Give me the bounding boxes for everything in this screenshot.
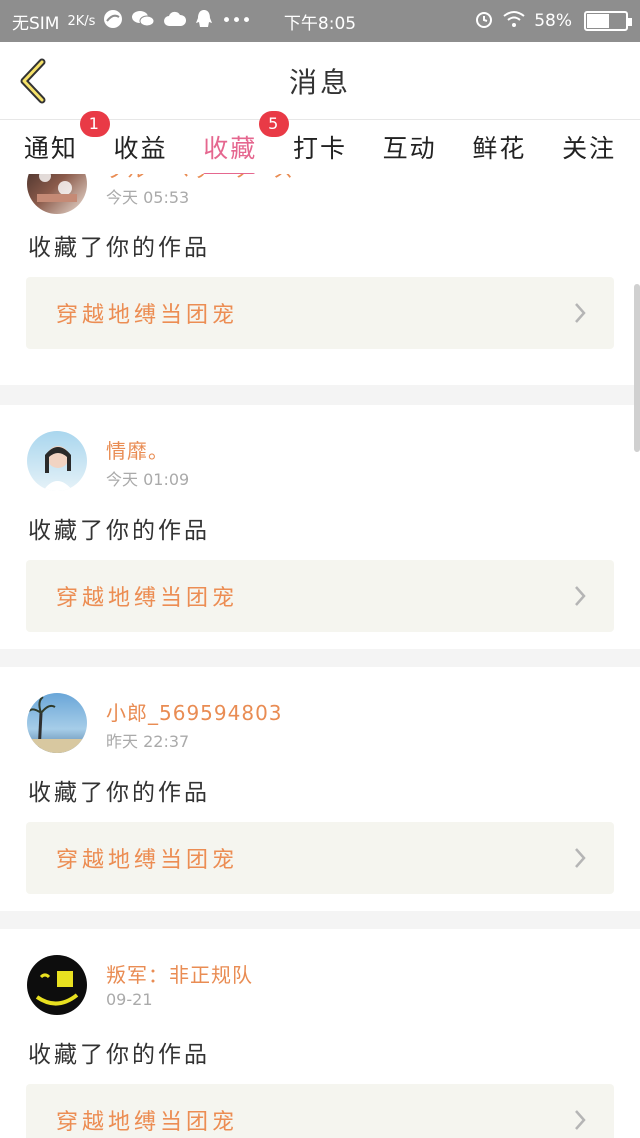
action-text: 收藏了你的作品 [28,780,210,806]
message-card: ブルーベリーソース 今天 05:53 收藏了你的作品 穿越地缚当团宠 [0,174,640,385]
message-time: 昨天 22:37 [106,732,190,751]
action-text: 收藏了你的作品 [28,1042,210,1068]
tab-label: 鲜花 [472,134,527,163]
badge-count: 1 [79,111,110,137]
tab-label: 收藏 [203,134,258,163]
work-title: 穿越地缚当团宠 [56,848,239,873]
qq-icon [195,9,213,34]
tab-checkin[interactable]: 打卡 [291,123,349,171]
message-card: 情靡。 今天 01:09 收藏了你的作品 穿越地缚当团宠 [0,405,640,649]
chevron-right-icon [575,1110,586,1130]
cloud-icon [163,10,187,33]
chevron-right-icon [575,586,586,606]
carrier-text: 无SIM [12,13,60,34]
wifi-icon [502,10,526,33]
tab-interaction[interactable]: 互动 [381,123,439,171]
battery-percent: 58% [534,11,572,31]
tab-earnings[interactable]: 收益 [112,123,170,171]
message-time: 今天 05:53 [106,188,190,207]
tab-label: 关注 [562,134,617,163]
work-link[interactable]: 穿越地缚当团宠 [26,1084,614,1138]
user-name[interactable]: 叛军：非正规队 [106,959,253,988]
network-speed: 2K/s [67,13,96,29]
message-feed: ブルーベリーソース 今天 05:53 收藏了你的作品 穿越地缚当团宠 情靡。 今… [0,174,640,1138]
chevron-right-icon [575,303,586,323]
user-avatar[interactable] [27,955,87,1015]
browser-icon [103,9,123,34]
tab-favorites[interactable]: 收藏 5 [201,111,290,177]
message-card: 小郎_569594803 昨天 22:37 收藏了你的作品 穿越地缚当团宠 [0,667,640,911]
work-title: 穿越地缚当团宠 [56,586,239,611]
scrollbar[interactable] [634,284,640,452]
user-name[interactable]: ブルーベリーソース [106,174,294,183]
tab-notifications[interactable]: 通知 1 [22,111,110,171]
status-bar: 无SIM 2K/s ••• 下午8:05 58% [0,0,640,42]
action-text: 收藏了你的作品 [28,518,210,544]
page-title: 消息 [288,65,351,99]
tab-bar: 通知 1 收益 收藏 5 打卡 互动 鲜花 关注 [0,111,640,177]
user-avatar[interactable] [27,174,87,214]
work-title: 穿越地缚当团宠 [56,303,239,328]
tab-label: 互动 [382,134,437,163]
tab-follows[interactable]: 关注 [560,123,618,171]
user-avatar[interactable] [27,693,87,753]
message-card: 叛军：非正规队 09-21 收藏了你的作品 穿越地缚当团宠 [0,929,640,1138]
battery-icon [584,11,632,31]
header: 消息 [0,42,640,120]
user-name[interactable]: 小郎_569594803 [106,697,283,726]
work-link[interactable]: 穿越地缚当团宠 [26,277,614,349]
wechat-icon [131,9,155,34]
message-time: 09-21 [106,990,153,1009]
work-title: 穿越地缚当团宠 [56,1110,239,1135]
back-chevron-icon [20,58,46,104]
work-link[interactable]: 穿越地缚当团宠 [26,560,614,632]
more-dots-icon: ••• [221,11,252,31]
tab-flowers[interactable]: 鲜花 [470,123,528,171]
battery-fill [587,14,610,28]
alarm-icon [474,9,494,34]
chevron-right-icon [575,848,586,868]
message-time: 今天 01:09 [106,470,190,489]
work-link[interactable]: 穿越地缚当团宠 [26,822,614,894]
user-name[interactable]: 情靡。 [106,435,169,464]
tab-label: 通知 [23,134,78,163]
badge-count: 5 [259,111,290,137]
user-avatar[interactable] [27,431,87,491]
back-button[interactable] [14,58,54,104]
action-text: 收藏了你的作品 [28,235,210,261]
tab-label: 打卡 [292,134,347,163]
tab-label: 收益 [113,134,168,163]
